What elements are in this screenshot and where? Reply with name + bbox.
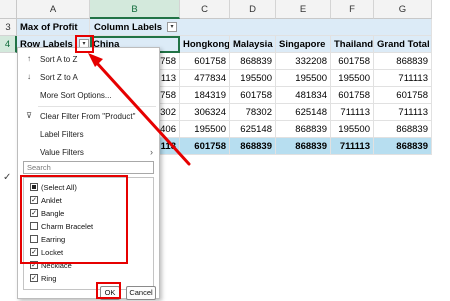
header-hongkong: Hongkong (180, 36, 230, 53)
menu-item-label: Value Filters (40, 148, 84, 157)
table-cell[interactable]: 306324 (180, 104, 230, 121)
column-header-e[interactable]: E (276, 0, 331, 19)
checkbox-anklet[interactable]: ✓ (30, 196, 38, 204)
column-header-b[interactable]: B (90, 0, 180, 19)
list-item-label: Anklet (41, 196, 62, 205)
filter-dropdown-menu: ↑ Sort A to Z ↓ Sort Z to A More Sort Op… (17, 47, 160, 300)
menu-item-clear-filter[interactable]: ⊽ Clear Filter From "Product" (18, 107, 159, 126)
menu-item-sort-z-to-a[interactable]: ↓ Sort Z to A (18, 68, 159, 87)
chevron-right-icon: › (150, 147, 153, 157)
table-cell[interactable]: 184319 (180, 87, 230, 104)
check-icon: ✓ (3, 172, 12, 183)
table-cell[interactable]: 195500 (331, 121, 374, 138)
list-item-label: Charm Bracelet (41, 222, 94, 231)
menu-item-more-sort-options[interactable]: More Sort Options... (18, 86, 159, 105)
menu-item-sort-a-to-z[interactable]: ↑ Sort A to Z (18, 50, 159, 69)
table-cell[interactable]: 601758 (230, 87, 276, 104)
total-cell[interactable]: 868839 (374, 138, 432, 155)
checkbox-charm-bracelet[interactable] (30, 222, 38, 230)
table-cell[interactable]: 78302 (230, 104, 276, 121)
column-header-c[interactable]: C (180, 0, 230, 19)
menu-item-label-filters[interactable]: Label Filters (18, 125, 159, 144)
checkbox-select-all[interactable] (30, 183, 38, 191)
table-cell[interactable]: 868839 (374, 53, 432, 70)
table-cell[interactable]: 868839 (230, 53, 276, 70)
filter-item-list: (Select All) ✓ Anklet ✓ Bangle Charm Bra… (23, 177, 154, 290)
table-cell[interactable]: 481834 (276, 87, 331, 104)
table-cell[interactable]: 332208 (276, 53, 331, 70)
column-header-f[interactable]: F (331, 0, 374, 19)
table-cell[interactable]: 868839 (276, 121, 331, 138)
search-input[interactable]: Search (23, 161, 154, 174)
total-cell[interactable]: 868839 (276, 138, 331, 155)
list-item-label: Ring (41, 274, 57, 283)
menu-item-label: More Sort Options... (40, 91, 112, 100)
checkbox-necklace[interactable]: ✓ (30, 261, 38, 269)
menu-item-label: Label Filters (40, 130, 84, 139)
list-item-label: (Select All) (41, 183, 77, 192)
table-cell[interactable]: 195500 (331, 70, 374, 87)
column-labels-text: Column Labels (94, 22, 163, 33)
table-cell[interactable]: 711113 (331, 104, 374, 121)
column-labels-dropdown-icon[interactable]: ▾ (167, 22, 177, 32)
sort-az-icon: ↑ (27, 54, 31, 63)
checkbox-earring[interactable] (30, 235, 38, 243)
header-thailand: Thailand (331, 36, 374, 53)
table-cell[interactable]: 601758 (374, 87, 432, 104)
table-cell[interactable]: 711113 (374, 70, 432, 87)
menu-item-label: Sort Z to A (40, 73, 78, 82)
total-cell[interactable]: 868839 (230, 138, 276, 155)
total-cell[interactable]: 711113 (331, 138, 374, 155)
list-item-label: Earring (41, 235, 66, 244)
table-cell[interactable]: 868839 (374, 121, 432, 138)
clear-filter-icon: ⊽ (26, 111, 32, 120)
table-cell[interactable]: 601758 (331, 53, 374, 70)
checkbox-locket[interactable]: ✓ (30, 248, 38, 256)
checkbox-ring[interactable]: ✓ (30, 274, 38, 282)
table-cell[interactable]: 195500 (276, 70, 331, 87)
list-item-label: Necklace (41, 261, 72, 270)
column-labels-header: Column Labels (90, 19, 432, 36)
header-malaysia: Malaysia (230, 36, 276, 53)
table-cell[interactable]: 601758 (180, 53, 230, 70)
column-header-d[interactable]: D (230, 0, 276, 19)
table-cell[interactable]: 195500 (230, 70, 276, 87)
checkbox-bangle[interactable]: ✓ (30, 209, 38, 217)
row-header-3[interactable]: 3 (0, 19, 17, 36)
header-grand-total: Grand Total (374, 36, 432, 53)
table-cell[interactable]: 711113 (374, 104, 432, 121)
column-header-g[interactable]: G (374, 0, 432, 19)
ok-button[interactable]: OK (100, 286, 120, 300)
column-header-a[interactable]: A (17, 0, 90, 19)
menu-item-label: Clear Filter From "Product" (40, 112, 136, 121)
menu-item-value-filters[interactable]: Value Filters › (18, 143, 159, 162)
table-cell[interactable]: 477834 (180, 70, 230, 87)
sort-za-icon: ↓ (27, 72, 31, 81)
list-item-label: Locket (41, 248, 64, 257)
value-field-label: Max of Profit (17, 19, 90, 36)
table-cell[interactable]: 625148 (276, 104, 331, 121)
menu-item-label: Sort A to Z (40, 55, 78, 64)
header-singapore: Singapore (276, 36, 331, 53)
table-cell[interactable]: 195500 (180, 121, 230, 138)
select-all-corner[interactable] (0, 0, 17, 19)
cancel-button[interactable]: Cancel (126, 286, 156, 300)
table-cell[interactable]: 601758 (331, 87, 374, 104)
row-header-4[interactable]: 4 (0, 36, 17, 53)
list-item-label: Bangle (41, 209, 65, 218)
total-cell[interactable]: 601758 (180, 138, 230, 155)
table-cell[interactable]: 625148 (230, 121, 276, 138)
